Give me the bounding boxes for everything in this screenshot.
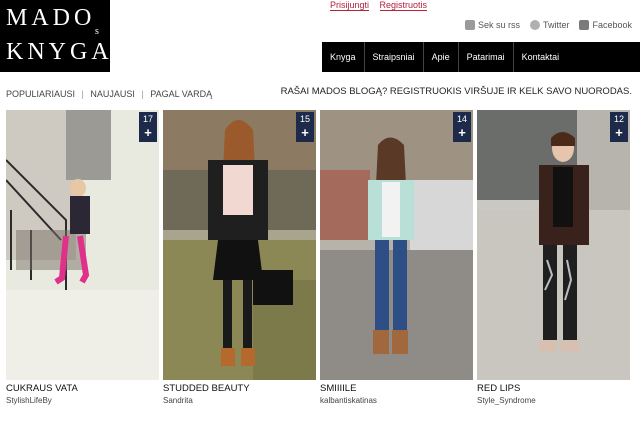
outfit-card[interactable]: 17 + CUKRAUS VATA StylishLifeBy [6, 110, 159, 405]
promo-text: RAŠAI MADOS BLOGĄ? REGISTRUOKIS VIRŠUJE … [280, 86, 632, 97]
nav-item-patarimai[interactable]: Patarimai [459, 42, 514, 72]
outfit-title[interactable]: STUDDED BEAUTY [163, 383, 316, 394]
nav-item-knyga[interactable]: Knyga [322, 42, 365, 72]
plus-icon: + [301, 125, 309, 140]
likes-count: 15 [299, 114, 310, 124]
likes-badge[interactable]: 17 + [139, 112, 157, 142]
facebook-icon [579, 20, 590, 30]
site-logo[interactable]: MADO s KNYGA [0, 0, 110, 72]
outfit-photo[interactable]: 17 + [6, 110, 159, 380]
outfit-title[interactable]: SMIIIILE [320, 383, 473, 394]
outfit-photo[interactable]: 15 + [163, 110, 316, 380]
logo-text-bottom: KNYGA [6, 39, 113, 65]
login-link[interactable]: Prisijungti [330, 0, 370, 11]
outfit-title[interactable]: CUKRAUS VATA [6, 383, 159, 394]
plus-icon: + [458, 125, 466, 140]
nav-item-kontaktai[interactable]: Kontaktai [514, 42, 568, 72]
filter-separator: | [141, 89, 144, 99]
nav-item-straipsniai[interactable]: Straipsniai [365, 42, 424, 72]
likes-badge[interactable]: 15 + [296, 112, 314, 142]
plus-icon: + [615, 125, 623, 140]
facebook-label: Facebook [592, 20, 632, 30]
twitter-link[interactable]: Twitter [529, 20, 570, 30]
twitter-icon [529, 20, 540, 30]
outfit-grid: 17 + CUKRAUS VATA StylishLifeBy 15 + STU… [6, 110, 630, 405]
outfit-card[interactable]: 14 + SMIIIILE kalbantiskatinas [320, 110, 473, 405]
register-link[interactable]: Registruotis [379, 0, 428, 11]
main-nav: Knyga Straipsniai Apie Patarimai Kontakt… [322, 42, 640, 72]
filter-popular[interactable]: POPULIARIAUSI [6, 89, 75, 99]
outfit-title[interactable]: RED LIPS [477, 383, 630, 394]
outfit-author[interactable]: kalbantiskatinas [320, 396, 473, 405]
rss-link[interactable]: Sek su rss [464, 20, 520, 30]
header: MADO s KNYGA Prisijungti Registruotis Se… [0, 0, 640, 72]
filter-by-name[interactable]: PAGAL VARDĄ [150, 89, 212, 99]
rss-label: Sek su rss [477, 20, 520, 30]
outfit-author[interactable]: Sandrita [163, 396, 316, 405]
outfit-card[interactable]: 15 + STUDDED BEAUTY Sandrita [163, 110, 316, 405]
outfit-author[interactable]: Style_Syndrome [477, 396, 630, 405]
outfit-author[interactable]: StylishLifeBy [6, 396, 159, 405]
logo-text-top: MADO [6, 5, 96, 31]
auth-links: Prisijungti Registruotis [330, 0, 435, 11]
facebook-link[interactable]: Facebook [579, 20, 632, 30]
sort-filters: POPULIARIAUSI | NAUJAUSI | PAGAL VARDĄ [6, 89, 216, 99]
likes-count: 12 [613, 114, 624, 124]
likes-badge[interactable]: 14 + [453, 112, 471, 142]
nav-item-apie[interactable]: Apie [424, 42, 459, 72]
social-links: Sek su rss Twitter Facebook [464, 20, 632, 30]
likes-count: 17 [142, 114, 153, 124]
likes-badge[interactable]: 12 + [610, 112, 628, 142]
logo-text-s: s [95, 26, 99, 37]
filter-newest[interactable]: NAUJAUSI [90, 89, 135, 99]
outfit-photo[interactable]: 14 + [320, 110, 473, 380]
outfit-photo[interactable]: 12 + [477, 110, 630, 380]
twitter-label: Twitter [542, 20, 570, 30]
filter-separator: | [81, 89, 84, 99]
likes-count: 14 [456, 114, 467, 124]
rss-icon [464, 20, 475, 30]
plus-icon: + [144, 125, 152, 140]
outfit-card[interactable]: 12 + RED LIPS Style_Syndrome [477, 110, 630, 405]
